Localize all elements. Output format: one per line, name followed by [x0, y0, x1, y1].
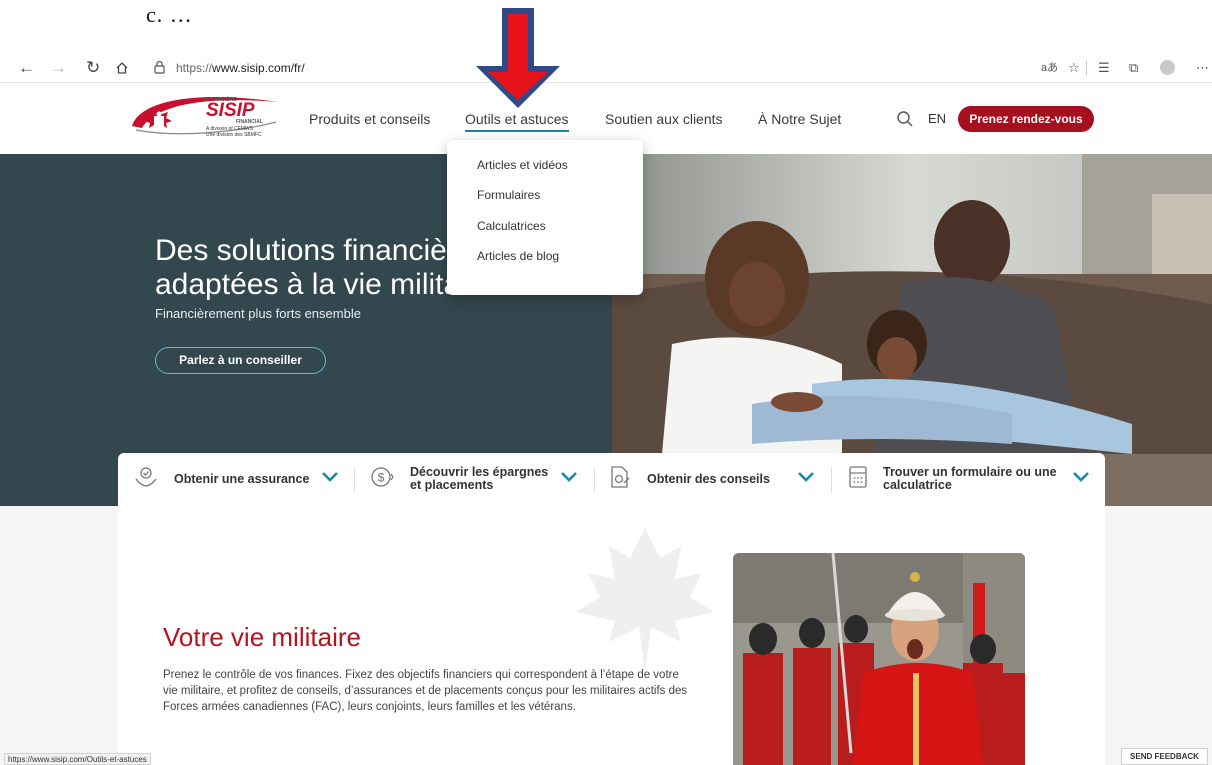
chevron-down-icon[interactable]: [321, 471, 339, 483]
outils-dropdown-menu: Articles et vidéos Formulaires Calculatr…: [447, 140, 643, 295]
nav-outils-astuces[interactable]: Outils et astuces: [465, 111, 569, 132]
quick-links-bar: Obtenir une assurance $ Découvrir les ép…: [118, 453, 1105, 506]
hero-title: Des solutions financières adaptées à la …: [155, 234, 494, 301]
quick-insurance-label[interactable]: Obtenir une assurance: [174, 473, 309, 486]
dropdown-item-calculatrices[interactable]: Calculatrices: [477, 219, 546, 233]
send-feedback-button[interactable]: SEND FEEDBACK: [1121, 748, 1208, 765]
quick-bar-divider: [354, 467, 355, 493]
quick-savings-label[interactable]: Découvrir les épargnes et placements: [410, 466, 548, 492]
logo-division-fr: Une division des SBMFC: [206, 132, 262, 138]
chevron-down-icon[interactable]: [797, 471, 815, 483]
hero-subtitle: Financièrement plus forts ensemble: [155, 306, 361, 321]
status-bar-url: https://www.sisip.com/Outils-et-astuces: [4, 753, 151, 765]
toolbar-divider: [1086, 61, 1087, 75]
logo-sub-word: FINANCIAL: [236, 119, 263, 125]
nav-produits-conseils[interactable]: Produits et conseils: [309, 111, 430, 127]
calculator-icon: [849, 466, 867, 488]
collections-icon[interactable]: ⧉: [1129, 60, 1138, 76]
lock-icon[interactable]: [153, 60, 166, 74]
section-title: Votre vie militaire: [163, 622, 361, 652]
section-body: Prenez le contrôle de vos finances. Fixe…: [163, 669, 688, 713]
nav-notre-sujet[interactable]: À Notre Sujet: [758, 111, 841, 127]
talk-to-advisor-button[interactable]: Parlez à un conseiller: [155, 347, 326, 374]
quick-form-calculator-label[interactable]: Trouver un formulaire ou une calculatrice: [883, 466, 1057, 492]
more-icon[interactable]: ⋯: [1196, 60, 1209, 76]
profile-avatar[interactable]: [1160, 60, 1175, 75]
dropdown-item-blog[interactable]: Articles de blog: [477, 249, 559, 263]
browser-toolbar: ← → ↻ https://www.sisip.com/fr/ aあ ☆ ☰ ⧉…: [0, 55, 1212, 83]
refresh-icon[interactable]: ↻: [86, 57, 100, 79]
forward-icon[interactable]: →: [50, 57, 67, 79]
annotation-arrow-icon: [476, 8, 560, 108]
quick-bar-divider: [594, 467, 595, 493]
favorites-icon[interactable]: ☰: [1098, 60, 1110, 76]
guard-photo: [733, 553, 1025, 765]
chevron-down-icon[interactable]: [560, 471, 578, 483]
chevron-down-icon[interactable]: [1072, 471, 1090, 483]
language-toggle[interactable]: EN: [928, 111, 946, 126]
dropdown-item-formulaires[interactable]: Formulaires: [477, 188, 540, 202]
savings-dollar-icon: $: [371, 467, 394, 487]
favorite-add-icon[interactable]: ☆: [1068, 60, 1080, 76]
advice-document-icon: [611, 466, 630, 488]
sisip-logo[interactable]: FINANCIÈRE SISIP FINANCIAL A division of…: [128, 92, 280, 144]
maple-leaf-watermark-icon: [576, 528, 714, 672]
insurance-hands-icon: [135, 467, 157, 487]
svg-text:$: $: [378, 471, 385, 485]
home-icon[interactable]: [115, 61, 129, 75]
read-aloud-icon[interactable]: aあ: [1041, 60, 1058, 76]
appointment-button[interactable]: Prenez rendez-vous: [958, 106, 1094, 132]
search-icon[interactable]: [896, 110, 914, 128]
back-icon[interactable]: ←: [18, 57, 35, 79]
dropdown-item-articles-videos[interactable]: Articles et vidéos: [477, 158, 568, 172]
quick-bar-divider: [831, 467, 832, 493]
address-bar[interactable]: https://www.sisip.com/fr/: [176, 61, 305, 75]
nav-soutien-clients[interactable]: Soutien aux clients: [605, 111, 723, 127]
quick-advice-label[interactable]: Obtenir des conseils: [647, 473, 770, 486]
document-caption: c. …: [146, 2, 193, 27]
